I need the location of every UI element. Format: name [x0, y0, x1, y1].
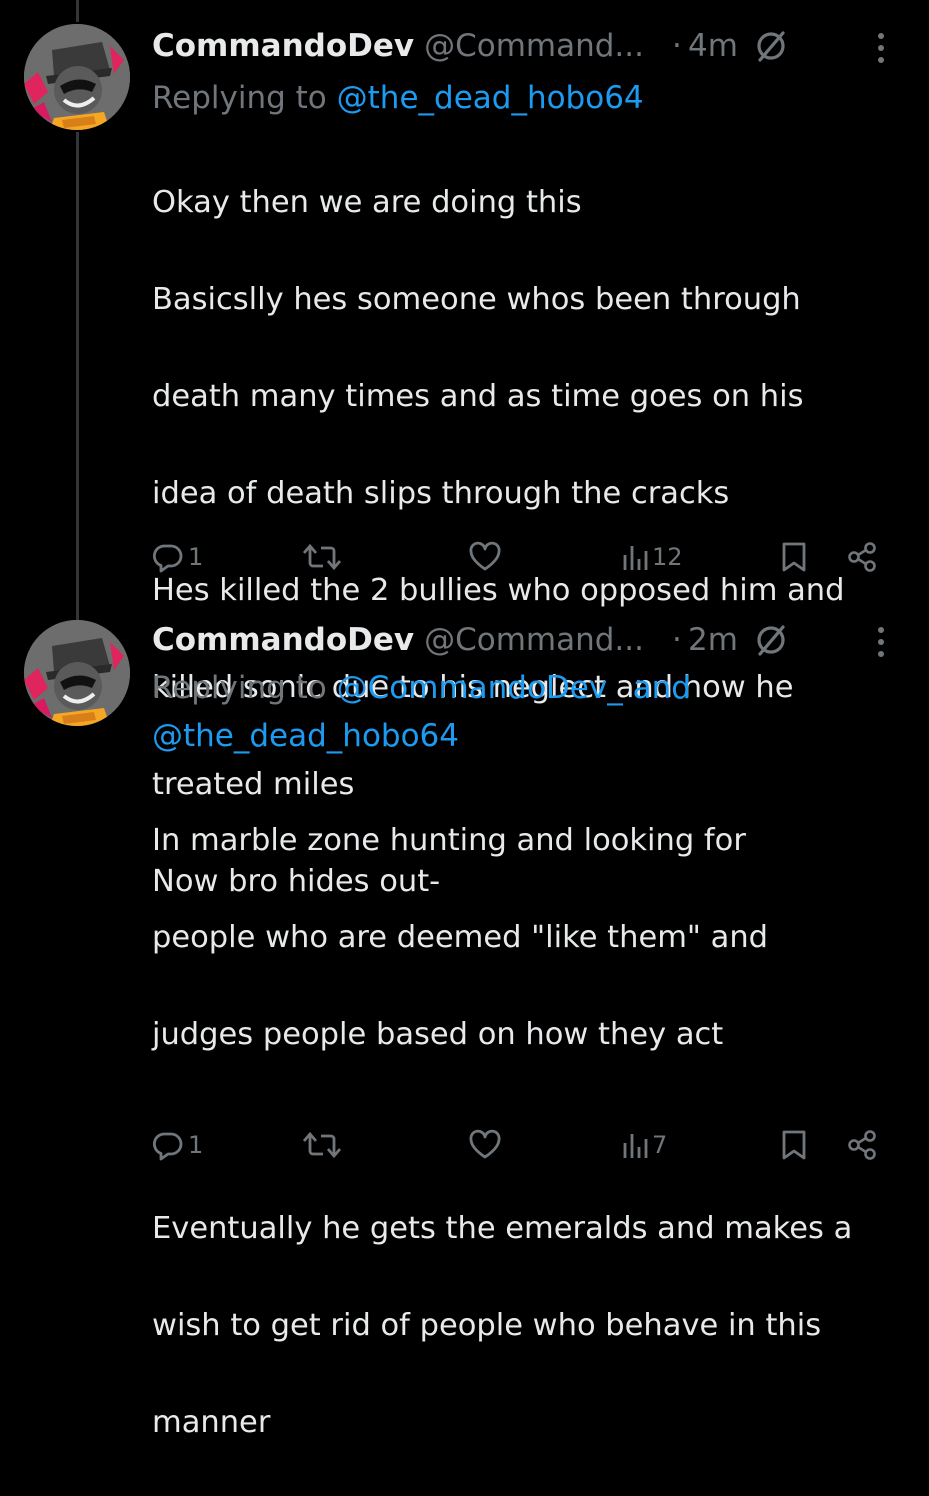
text-line: manner — [152, 1404, 271, 1440]
timestamp[interactable]: · 4m — [672, 28, 738, 64]
text-line: Eventually he gets the emeralds and make… — [152, 1210, 853, 1246]
share-button[interactable] — [846, 535, 878, 579]
timestamp-value: 4m — [688, 28, 738, 64]
avatar-image — [24, 24, 130, 130]
repost-icon — [302, 1129, 342, 1161]
text-line: Basicslly hes someone whos been through — [152, 281, 801, 317]
text-line: wish to get rid of people who behave in … — [152, 1307, 822, 1343]
views-button[interactable]: 12 — [622, 535, 683, 579]
repost-icon — [302, 541, 342, 573]
like-button[interactable] — [468, 535, 502, 579]
mention-link[interactable]: @CommandoDev_ and — [337, 670, 691, 706]
share-icon — [846, 1129, 878, 1161]
user-handle[interactable]: @Command... — [424, 28, 644, 64]
display-name[interactable]: CommandoDev — [152, 622, 414, 658]
like-button[interactable] — [468, 1123, 502, 1167]
repost-button[interactable] — [302, 1123, 342, 1167]
bookmark-icon — [780, 1129, 808, 1161]
mention-link[interactable]: @the_dead_hobo64 — [337, 80, 644, 116]
share-icon — [846, 541, 878, 573]
more-icon[interactable] — [867, 28, 895, 68]
post[interactable]: CommandoDev @Command... · 2m Replying to… — [0, 600, 929, 1440]
reply-count: 1 — [188, 543, 204, 571]
text-line: In marble zone hunting and looking for — [152, 822, 746, 858]
views-icon — [622, 541, 648, 573]
display-name[interactable]: CommandoDev — [152, 28, 414, 64]
text-line: people who are deemed "like them" and — [152, 919, 769, 955]
bookmark-button[interactable] — [780, 535, 808, 579]
reply-button[interactable]: 1 — [152, 1123, 203, 1167]
timestamp[interactable]: · 2m — [672, 622, 738, 658]
text-line: judges people based on how they act — [152, 1016, 724, 1052]
timestamp-value: 2m — [688, 622, 738, 658]
avatar-image — [24, 620, 130, 726]
more-icon[interactable] — [867, 622, 895, 662]
user-handle[interactable]: @Command... — [424, 622, 644, 658]
replying-to: Replying to @the_dead_hobo64 — [152, 74, 912, 122]
reply-icon — [152, 1129, 184, 1161]
post[interactable]: CommandoDev @Command... · 4m Replying to… — [0, 0, 929, 899]
circle-slash-icon — [754, 29, 788, 63]
replying-to-label: Replying to — [152, 80, 327, 116]
circle-slash-icon — [754, 623, 788, 657]
reply-icon — [152, 541, 184, 573]
share-button[interactable] — [846, 1123, 878, 1167]
heart-icon — [468, 541, 502, 573]
repost-button[interactable] — [302, 535, 342, 579]
avatar[interactable] — [24, 620, 130, 726]
text-line: idea of death slips through the cracks — [152, 475, 730, 511]
action-bar: 1 12 — [152, 535, 892, 579]
views-count: 12 — [652, 543, 683, 571]
mention-link[interactable]: @the_dead_hobo64 — [152, 718, 459, 754]
bookmark-icon — [780, 541, 808, 573]
text-line: Okay then we are doing this — [152, 184, 582, 220]
action-bar: 1 7 — [152, 1123, 892, 1167]
bookmark-button[interactable] — [780, 1123, 808, 1167]
post-header: CommandoDev @Command... · 4m — [152, 26, 788, 66]
replying-to: Replying to @CommandoDev_ and @the_dead_… — [152, 664, 912, 760]
avatar[interactable] — [24, 24, 130, 130]
views-count: 7 — [652, 1131, 668, 1159]
views-button[interactable]: 7 — [622, 1123, 667, 1167]
replying-to-label: Replying to — [152, 670, 327, 706]
reply-count: 1 — [188, 1131, 204, 1159]
heart-icon — [468, 1129, 502, 1161]
views-icon — [622, 1129, 648, 1161]
reply-button[interactable]: 1 — [152, 535, 203, 579]
text-line: death many times and as time goes on his — [152, 378, 804, 414]
post-header: CommandoDev @Command... · 2m — [152, 620, 788, 660]
